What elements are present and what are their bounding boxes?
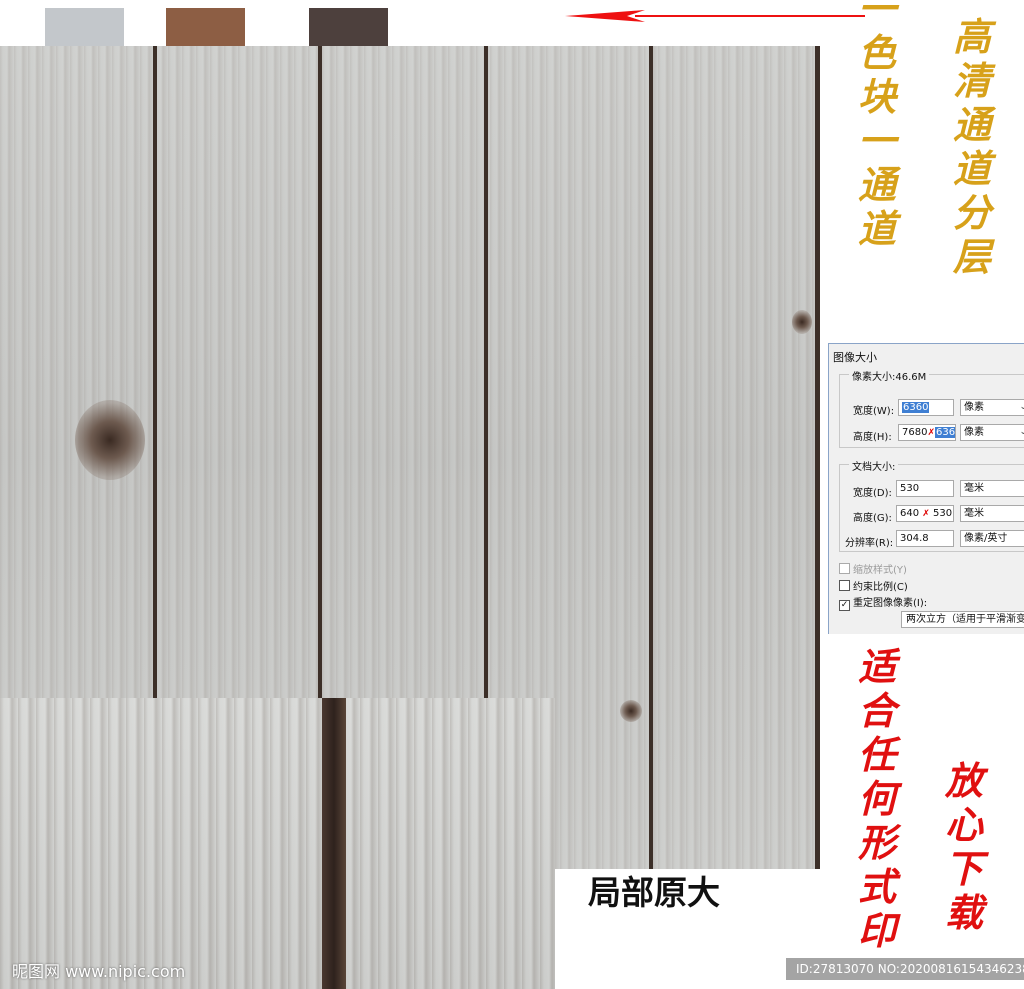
width-label: 宽度(W): [853, 406, 895, 417]
document-size-label: 文档大小: [849, 458, 899, 473]
checkbox-icon [839, 563, 850, 574]
height-unit-select[interactable]: 像素⌄ [960, 424, 1024, 441]
doc-width-input[interactable]: 530 [896, 480, 954, 497]
resample-method-select[interactable]: 两次立方（适用于平滑渐变 [901, 611, 1024, 628]
doc-height-input[interactable]: 640 ✗ 530 [896, 505, 954, 522]
chevron-down-icon: ⌄ [1019, 425, 1024, 440]
doc-width-unit-select[interactable]: 毫米 [960, 480, 1024, 497]
color-swatch-gray [45, 8, 124, 46]
image-size-dialog: 图像大小 像素大小:46.6M 宽度(W): 6360 像素⌄ 高度(H): 7… [828, 343, 1024, 634]
wood-knot [75, 400, 145, 480]
text-fits-any-print: 适 合 任 何 形 式 印 [858, 644, 897, 953]
plank-gap [649, 46, 653, 869]
doc-width-label: 宽度(D): [853, 488, 892, 499]
checkmark-icon: ✓ [839, 600, 850, 611]
plank-gap [815, 46, 820, 869]
chevron-down-icon: ⌄ [1019, 400, 1024, 415]
text-hd-channel-layers: 高 清 通 道 分 层 [953, 14, 992, 279]
red-mark-icon: ✗ [922, 509, 930, 519]
height-label: 高度(H): [853, 432, 892, 443]
resample-checkbox[interactable]: ✓ 重定图像像素(I): [839, 594, 927, 611]
scale-styles-checkbox[interactable]: 缩放样式(Y) [839, 561, 907, 576]
constrain-proportions-checkbox[interactable]: 约束比例(C) [839, 578, 908, 593]
text-one-swatch-one-channel: 一 色 块 一 通 道 [858, 0, 897, 251]
text-download-assured: 放 心 下 载 [945, 758, 984, 935]
local-original-zoom [0, 698, 555, 989]
color-swatch-dark [309, 8, 388, 46]
wood-knot [792, 310, 812, 334]
wood-knot [620, 700, 642, 722]
resolution-input[interactable]: 304.8 [896, 530, 954, 547]
resolution-label: 分辨率(R): [845, 538, 894, 549]
dialog-title: 图像大小 [833, 351, 877, 364]
height-input[interactable]: 7680✗6360 [898, 424, 956, 441]
red-mark-icon: ✗ [927, 428, 935, 438]
checkbox-icon [839, 580, 850, 591]
resolution-unit-select[interactable]: 像素/英寸 [960, 530, 1024, 547]
local-original-label: 局部原大 [588, 874, 720, 911]
color-swatch-brown [166, 8, 245, 46]
doc-height-unit-select[interactable]: 毫米 [960, 505, 1024, 522]
width-unit-select[interactable]: 像素⌄ [960, 399, 1024, 416]
doc-height-label: 高度(G): [853, 513, 892, 524]
zoom-plank-gap [322, 698, 346, 989]
site-watermark: 昵图网 www.nipic.com [12, 962, 186, 981]
image-id-watermark: ID:27813070 NO:20200816154346238032 [786, 958, 1024, 980]
width-input[interactable]: 6360 [898, 399, 954, 416]
arrow-left-icon [565, 10, 865, 22]
pixel-size-label: 像素大小:46.6M [849, 368, 930, 383]
